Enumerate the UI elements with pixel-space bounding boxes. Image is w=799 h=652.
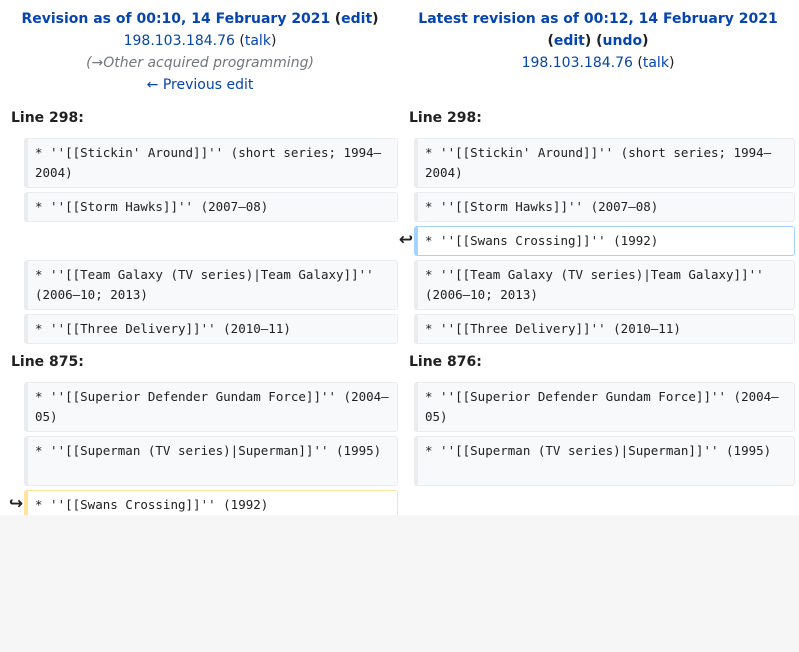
diff-row: * ''[[Superman (TV series)|Superman]]'' … xyxy=(0,436,799,486)
context-line-left: * ''[[Superior Defender Gundam Force]]''… xyxy=(24,382,398,432)
moved-paragraph-icon[interactable]: ↪ xyxy=(8,490,24,515)
old-edit-link[interactable]: edit xyxy=(341,11,372,27)
context-line-right: * ''[[Stickin' Around]]'' (short series;… xyxy=(414,138,795,188)
diff-row: * ''[[Team Galaxy (TV series)|Team Galax… xyxy=(0,260,799,310)
moved-paragraph-icon[interactable]: ↩ xyxy=(398,226,414,254)
context-line-right: * ''[[Superman (TV series)|Superman]]'' … xyxy=(414,436,795,486)
context-line-right: * ''[[Storm Hawks]]'' (2007–08) xyxy=(414,192,795,222)
new-user-link[interactable]: 198.103.184.76 xyxy=(522,55,633,71)
diff-row: * ''[[Stickin' Around]]'' (short series;… xyxy=(0,138,799,188)
line-number-left: Line 298: xyxy=(11,110,84,126)
diff-page: Revision as of 00:10, 14 February 2021 (… xyxy=(0,0,799,515)
context-line-left: * ''[[Team Galaxy (TV series)|Team Galax… xyxy=(24,260,398,310)
previous-edit-link[interactable]: ← Previous edit xyxy=(147,77,254,93)
old-revision-link[interactable]: Revision as of 00:10, 14 February 2021 xyxy=(21,11,330,27)
line-number-right: Line 876: xyxy=(409,354,482,370)
diff-row-deleted: ↪ * ''[[Swans Crossing]]'' (1992) xyxy=(0,490,799,515)
context-line-left: * ''[[Superman (TV series)|Superman]]'' … xyxy=(24,436,398,486)
context-line-left: * ''[[Three Delivery]]'' (2010–11) xyxy=(24,314,398,344)
new-revision-header: Latest revision as of 00:12, 14 February… xyxy=(418,11,778,71)
undo-link[interactable]: undo xyxy=(603,33,643,49)
new-edit-link[interactable]: edit xyxy=(554,33,585,49)
diff-row: * ''[[Superior Defender Gundam Force]]''… xyxy=(0,382,799,432)
context-line-right: * ''[[Team Galaxy (TV series)|Team Galax… xyxy=(414,260,795,310)
context-line-right: * ''[[Three Delivery]]'' (2010–11) xyxy=(414,314,795,344)
diff-row: * ''[[Three Delivery]]'' (2010–11) * ''[… xyxy=(0,314,799,344)
diff-row-added: ↩ * ''[[Swans Crossing]]'' (1992) xyxy=(0,226,799,256)
old-revision-header: Revision as of 00:10, 14 February 2021 (… xyxy=(0,8,400,96)
added-line: * ''[[Swans Crossing]]'' (1992) xyxy=(414,226,795,256)
old-user-link[interactable]: 198.103.184.76 xyxy=(124,33,235,49)
new-revision-link[interactable]: Latest revision as of 00:12, 14 February… xyxy=(418,11,777,27)
old-talk-link[interactable]: talk xyxy=(245,33,271,49)
new-talk-link[interactable]: talk xyxy=(643,55,669,71)
context-line-right: * ''[[Superior Defender Gundam Force]]''… xyxy=(414,382,795,432)
diff-row: * ''[[Storm Hawks]]'' (2007–08) * ''[[St… xyxy=(0,192,799,222)
line-number-left: Line 875: xyxy=(11,354,84,370)
edit-summary: (→Other acquired programming) xyxy=(86,55,314,71)
line-number-right: Line 298: xyxy=(409,110,482,126)
context-line-left: * ''[[Stickin' Around]]'' (short series;… xyxy=(24,138,398,188)
context-line-left: * ''[[Storm Hawks]]'' (2007–08) xyxy=(24,192,398,222)
deleted-line: * ''[[Swans Crossing]]'' (1992) xyxy=(24,490,398,515)
